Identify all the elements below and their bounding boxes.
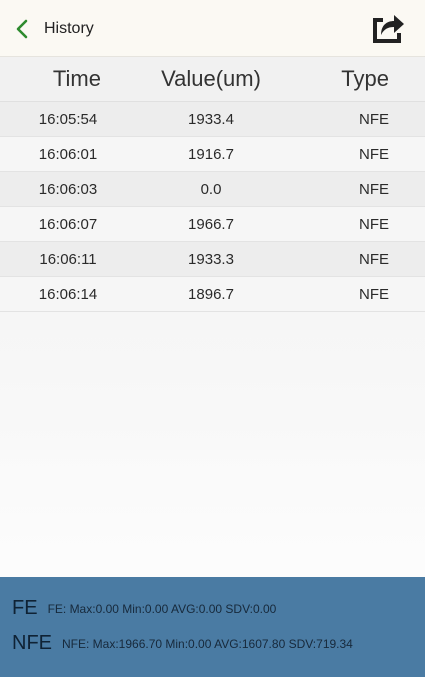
cell-type: NFE bbox=[359, 110, 389, 128]
cell-value: 1966.7 bbox=[188, 215, 234, 233]
column-header-type: Type bbox=[341, 66, 389, 91]
column-header-time: Time bbox=[52, 66, 101, 91]
table-row[interactable]: 16:06:07 1966.7 NFE bbox=[0, 207, 425, 242]
top-bar: History bbox=[0, 0, 425, 57]
cell-time: 16:06:01 bbox=[38, 145, 98, 163]
cell-time: 16:06:14 bbox=[38, 285, 98, 303]
page-title: History bbox=[44, 20, 94, 37]
chevron-left-icon bbox=[12, 18, 34, 40]
cell-time: 16:05:54 bbox=[38, 110, 98, 128]
fe-stats-line: FE FE: Max:0.00 Min:0.00 AVG:0.00 SDV:0.… bbox=[12, 597, 276, 620]
table-row[interactable]: 16:06:01 1916.7 NFE bbox=[0, 137, 425, 172]
cell-type: NFE bbox=[359, 285, 389, 303]
cell-value: 1933.4 bbox=[188, 110, 234, 128]
cell-value: 1933.3 bbox=[188, 250, 234, 268]
cell-time: 16:06:03 bbox=[38, 180, 98, 198]
nfe-label: NFE bbox=[12, 632, 52, 654]
nfe-stats: NFE: Max:1966.70 Min:0.00 AVG:1607.80 SD… bbox=[62, 636, 353, 651]
history-table: Time Value(um) Type 16:05:54 1933.4 NFE … bbox=[0, 57, 425, 312]
table-row[interactable]: 16:06:14 1896.7 NFE bbox=[0, 277, 425, 312]
statistics-panel: FE FE: Max:0.00 Min:0.00 AVG:0.00 SDV:0.… bbox=[0, 577, 425, 677]
cell-value: 1916.7 bbox=[188, 145, 234, 163]
share-icon bbox=[367, 9, 407, 50]
history-screen: History Time Value(um) Type 16:05:54 193… bbox=[0, 0, 425, 677]
share-button[interactable] bbox=[366, 9, 408, 49]
cell-value: 1896.7 bbox=[188, 285, 234, 303]
table-header: Time Value(um) Type bbox=[0, 57, 425, 102]
cell-value: 0.0 bbox=[200, 180, 222, 198]
cell-time: 16:06:07 bbox=[38, 215, 98, 233]
table-row[interactable]: 16:06:11 1933.3 NFE bbox=[0, 242, 425, 277]
cell-type: NFE bbox=[359, 215, 389, 233]
back-button[interactable]: History bbox=[12, 14, 112, 44]
cell-type: NFE bbox=[359, 145, 389, 163]
cell-type: NFE bbox=[359, 250, 389, 268]
fe-label: FE bbox=[12, 597, 38, 619]
nfe-stats-line: NFE NFE: Max:1966.70 Min:0.00 AVG:1607.8… bbox=[12, 632, 353, 655]
cell-time: 16:06:11 bbox=[39, 250, 97, 268]
table-row[interactable]: 16:06:03 0.0 NFE bbox=[0, 172, 425, 207]
column-header-value: Value(um) bbox=[161, 66, 261, 91]
fe-stats: FE: Max:0.00 Min:0.00 AVG:0.00 SDV:0.00 bbox=[47, 601, 277, 616]
table-row[interactable]: 16:05:54 1933.4 NFE bbox=[0, 102, 425, 137]
cell-type: NFE bbox=[359, 180, 389, 198]
